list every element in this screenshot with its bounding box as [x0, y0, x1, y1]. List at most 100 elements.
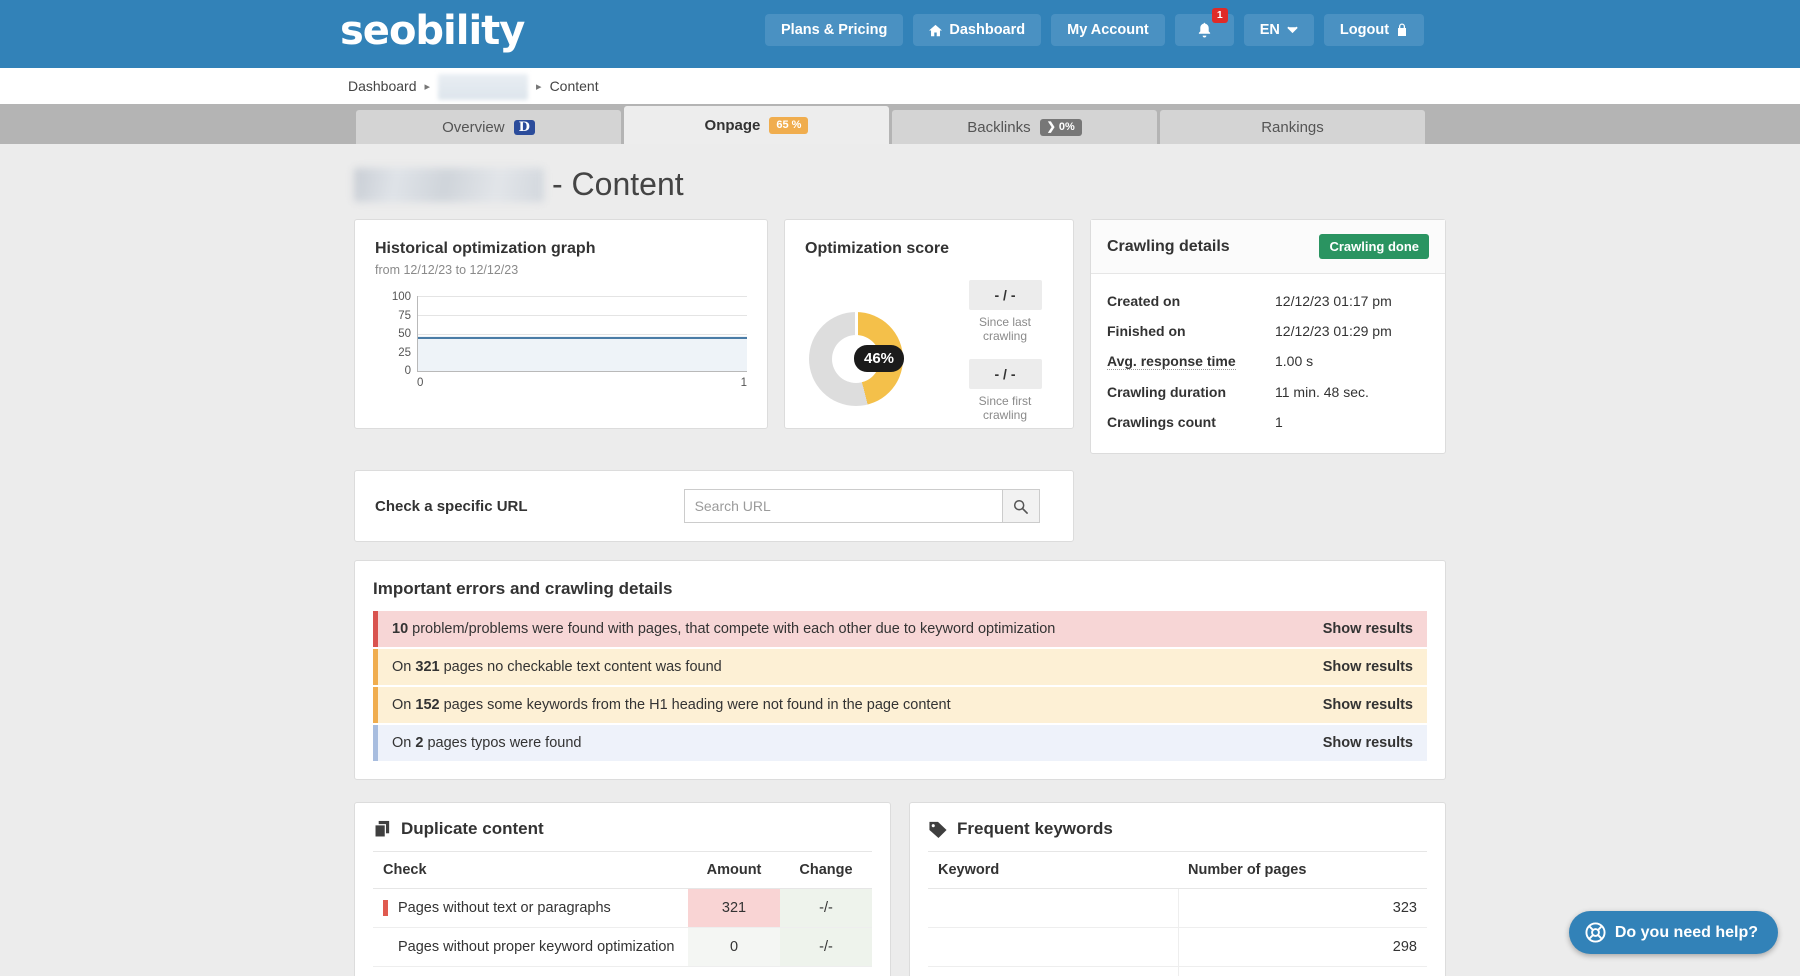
- crawl-key-created-on: Created on: [1107, 293, 1275, 309]
- dup-cell-check-2: Pages without proper keyword optimizatio…: [373, 928, 688, 967]
- historical-optimization-chart: 100 75 50 25 0: [375, 291, 747, 395]
- historical-optimization-card: Historical optimization graph from 12/12…: [354, 219, 768, 429]
- error-text-no-text-content: On 321 pages no checkable text content w…: [378, 659, 722, 675]
- dashboard-button[interactable]: Dashboard: [913, 14, 1041, 46]
- documents-icon: [373, 820, 392, 839]
- table-row[interactable]: 298: [928, 928, 1427, 967]
- tab-backlinks-label: Backlinks: [967, 119, 1030, 136]
- historical-card-title: Historical optimization graph: [375, 240, 747, 258]
- tab-onpage[interactable]: Onpage 65 %: [624, 106, 889, 144]
- search-url-button[interactable]: [1002, 489, 1040, 523]
- plans-and-pricing-button[interactable]: Plans & Pricing: [765, 14, 903, 46]
- optimization-score-stats: - / - Since last crawling - / - Since fi…: [957, 280, 1053, 438]
- bottom-tables-row: Duplicate content Check Amount Change: [354, 802, 1446, 976]
- crawling-details-rows: Created on 12/12/23 01:17 pm Finished on…: [1091, 274, 1445, 453]
- dup-cell-change-2: -/-: [780, 928, 872, 967]
- historical-card-subtitle: from 12/12/23 to 12/12/23: [375, 263, 747, 277]
- error-row-h1-keywords: On 152 pages some keywords from the H1 h…: [373, 687, 1427, 723]
- error-suffix-typos: pages typos were found: [423, 735, 581, 751]
- duplicate-content-header: Duplicate content: [373, 819, 872, 851]
- col-header-check[interactable]: Check: [373, 852, 688, 889]
- crawling-details-title: Crawling details: [1107, 238, 1230, 256]
- tab-onpage-badge: 65 %: [769, 117, 808, 134]
- my-account-button[interactable]: My Account: [1051, 14, 1165, 46]
- check-url-form: [684, 489, 1040, 523]
- crawl-key-avg-response-time[interactable]: Avg. response time: [1107, 353, 1236, 370]
- error-count-no-text-content: 321: [415, 659, 439, 675]
- breadcrumb-separator-icon-2: ▸: [536, 80, 542, 93]
- logout-label: Logout: [1340, 22, 1389, 38]
- table-row[interactable]: 278: [928, 967, 1427, 976]
- table-row[interactable]: Pages without proper keyword optimizatio…: [373, 928, 872, 967]
- logout-button[interactable]: Logout: [1324, 14, 1424, 46]
- crawling-status-badge: Crawling done: [1319, 234, 1429, 259]
- tab-overview[interactable]: Overview D: [356, 110, 621, 144]
- kw-cell-pages-2: 298: [1178, 928, 1427, 967]
- breadcrumb: Dashboard ▸ ▸ Content: [0, 68, 1800, 104]
- search-icon: [1013, 499, 1028, 514]
- tab-rankings[interactable]: Rankings: [1160, 110, 1425, 144]
- col-header-change[interactable]: Change: [780, 852, 872, 889]
- crawl-key-finished-on: Finished on: [1107, 323, 1275, 339]
- page-title-suffix: - Content: [552, 166, 684, 203]
- language-selector-button[interactable]: EN: [1244, 14, 1314, 46]
- search-url-input[interactable]: [684, 489, 1002, 523]
- chart-plot-area: [417, 296, 747, 372]
- top-navigation-bar: seobility Plans & Pricing Dashboard My A…: [0, 0, 1800, 68]
- y-tick-50: 50: [398, 328, 411, 340]
- show-results-link-2[interactable]: Show results: [1323, 659, 1413, 675]
- top-nav-buttons: Plans & Pricing Dashboard My Account 1 E…: [765, 14, 1424, 46]
- y-tick-75: 75: [398, 310, 411, 322]
- optimization-score-value: 46%: [854, 345, 904, 372]
- frequent-keywords-card: Frequent keywords Keyword Number of page…: [909, 802, 1446, 976]
- kw-cell-keyword-1: [928, 889, 1178, 928]
- help-widget-button[interactable]: Do you need help?: [1569, 911, 1778, 954]
- optimization-score-title: Optimization score: [805, 240, 1053, 258]
- chart-y-axis-labels: 100 75 50 25 0: [375, 291, 411, 377]
- chart-x-axis-labels: 0 1: [417, 377, 747, 389]
- breadcrumb-separator-icon: ▸: [425, 80, 431, 93]
- col-header-keyword[interactable]: Keyword: [928, 852, 1178, 889]
- duplicate-content-card: Duplicate content Check Amount Change: [354, 802, 891, 976]
- my-account-label: My Account: [1067, 22, 1149, 38]
- tab-backlinks[interactable]: Backlinks ❯ 0%: [892, 110, 1157, 144]
- col-header-amount[interactable]: Amount: [688, 852, 780, 889]
- error-count-competing-pages: 10: [392, 621, 408, 637]
- notifications-button[interactable]: 1: [1175, 14, 1234, 46]
- crawl-key-crawlings-count: Crawlings count: [1107, 414, 1275, 430]
- dup-cell-change-1: -/-: [780, 889, 872, 928]
- tab-overview-label: Overview: [442, 119, 505, 136]
- gridline-50: [418, 334, 747, 335]
- y-tick-0: 0: [405, 365, 411, 377]
- kw-cell-keyword-2: [928, 928, 1178, 967]
- crawl-key-wrap-avg: Avg. response time: [1107, 353, 1275, 370]
- seobility-logo[interactable]: seobility: [340, 8, 524, 54]
- col-header-number-of-pages[interactable]: Number of pages: [1178, 852, 1427, 889]
- breadcrumb-item-project-redacted[interactable]: [438, 74, 528, 100]
- since-last-crawling-value: - / -: [969, 280, 1042, 310]
- show-results-link-3[interactable]: Show results: [1323, 697, 1413, 713]
- duplicate-content-table: Check Amount Change Pages without text o…: [373, 851, 872, 967]
- crawl-key-crawling-duration: Crawling duration: [1107, 384, 1275, 400]
- summary-cards-row: Historical optimization graph from 12/12…: [354, 219, 1446, 454]
- dup-cell-check-1: Pages without text or paragraphs: [373, 889, 688, 928]
- seobility-onpage-content-page: seobility Plans & Pricing Dashboard My A…: [0, 0, 1800, 976]
- error-row-typos: On 2 pages typos were found Show results: [373, 725, 1427, 761]
- check-specific-url-card: Check a specific URL: [354, 470, 1074, 542]
- kw-cell-keyword-3: [928, 967, 1178, 976]
- breadcrumb-item-dashboard[interactable]: Dashboard: [348, 78, 417, 94]
- dup-cell-amount-1: 321: [688, 889, 780, 928]
- error-suffix-h1-keywords: pages some keywords from the H1 heading …: [440, 697, 951, 713]
- since-last-crawling-label: Since last crawling: [957, 315, 1053, 343]
- show-results-link-4[interactable]: Show results: [1323, 735, 1413, 751]
- error-text-h1-keywords: On 152 pages some keywords from the H1 h…: [378, 697, 951, 713]
- gridline-75: [418, 315, 747, 316]
- y-tick-25: 25: [398, 347, 411, 359]
- show-results-link-1[interactable]: Show results: [1323, 621, 1413, 637]
- table-row[interactable]: Pages without text or paragraphs 321 -/-: [373, 889, 872, 928]
- language-label: EN: [1260, 22, 1280, 38]
- table-row[interactable]: 323: [928, 889, 1427, 928]
- crawling-details-card: Crawling details Crawling done Created o…: [1090, 219, 1446, 454]
- tag-icon: [928, 820, 948, 839]
- error-suffix-competing-pages: problem/problems were found with pages, …: [408, 621, 1055, 637]
